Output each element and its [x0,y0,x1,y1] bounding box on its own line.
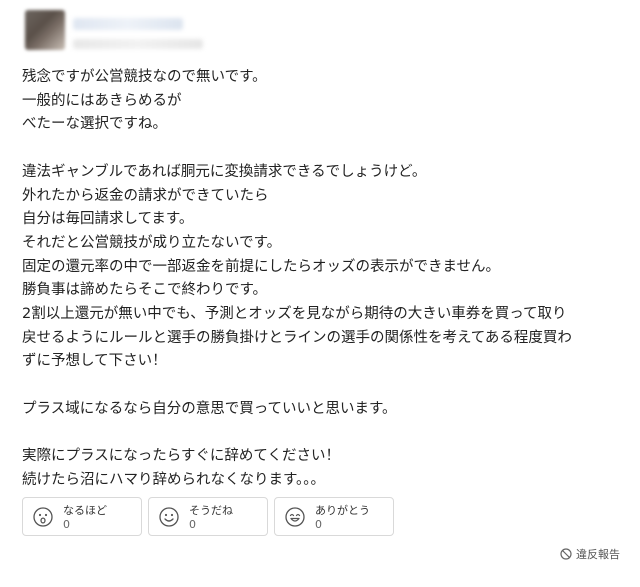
answer-line: べたーな選択ですね。 [22,116,167,133]
answer-line: 違法ギャンブルであれば胴元に変換請求できるでしょうけど。 [22,163,427,180]
answer-line: ずに予想して下さい！ [22,353,167,370]
answer-line: 残念ですが公営競技なので無いです。 [22,69,267,85]
answer-card: 残念ですが公営競技なので無いです。 一般的にはあきらめるが べたーな選択ですね。… [0,0,640,587]
prohibited-icon [560,548,572,560]
answer-body: 残念ですが公営競技なので無いです。 一般的にはあきらめるが べたーな選択ですね。… [22,66,622,493]
answer-author-header [25,6,215,58]
report-label: 違反報告 [576,548,620,561]
report-link[interactable]: 違反報告 [560,546,620,562]
answer-line: 外れたから返金の請求ができていたら [22,187,269,204]
reaction-buttons: なるほど 0 そうだね 0 ありがとう 0 [22,497,394,536]
reaction-count: 0 [63,518,70,531]
author-name-blurred[interactable] [73,18,183,30]
answer-line: 自分は毎回請求してます。 [22,211,194,228]
reaction-count: 0 [315,518,322,531]
author-meta-blurred [73,39,203,49]
reaction-naruhodo-button[interactable]: なるほど 0 [22,497,142,536]
grin-face-icon [285,507,305,527]
answer-line: 一般的にはあきらめるが [22,92,182,109]
answer-line: プラス域になるなら自分の意思で買っていいと思います。 [22,400,397,417]
reaction-label: ありがとう [315,504,370,517]
avatar[interactable] [25,10,65,50]
answer-line: 2割以上還元が無い中でも、予測とオッズを見ながら期待の大きい車券を買って取り [22,306,567,323]
surprised-face-icon [33,507,53,527]
answer-line: 実際にプラスになったらすぐに辞めてください！ [22,448,340,465]
reaction-label: そうだね [189,504,233,517]
answer-line: それだと公営競技が成り立たないです。 [22,234,282,251]
reaction-soudane-button[interactable]: そうだね 0 [148,497,268,536]
reaction-label: なるほど [63,504,107,517]
answer-line: 続けたら沼にハマり辞められなくなります。。。 [22,471,326,488]
reaction-count: 0 [189,518,196,531]
answer-line: 戻せるようにルールと選手の勝負掛けとラインの選手の関係性を考えてある程度買わ [22,329,572,346]
answer-line: 勝負事は諦めたらそこで終わりです。 [22,282,268,299]
answer-line: 固定の還元率の中で一部返金を前提にしたらオッズの表示ができません。 [22,258,501,275]
smile-face-icon [159,507,179,527]
reaction-arigatou-button[interactable]: ありがとう 0 [274,497,394,536]
